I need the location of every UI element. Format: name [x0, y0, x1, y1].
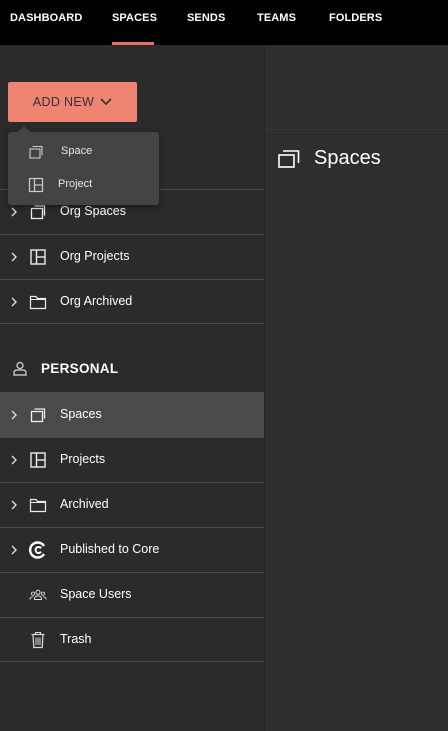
chevron-right-icon: [11, 545, 17, 555]
project-icon: [30, 249, 46, 265]
sidebar-item-archived[interactable]: Archived: [0, 482, 264, 527]
folder-icon: [29, 498, 47, 513]
personal-section-header: PERSONAL: [0, 355, 264, 383]
dropdown-item-project[interactable]: Project: [8, 170, 159, 200]
chevron-right-icon: [11, 207, 17, 217]
chevron-right-icon: [11, 455, 17, 465]
sidebar-item-label: Space Users: [60, 587, 132, 601]
sidebar-item-spaces[interactable]: Spaces: [0, 392, 264, 437]
sidebar-item-space-users[interactable]: Space Users: [0, 572, 264, 617]
nav-tab-label: TEAMS: [257, 12, 296, 24]
chevron-right-icon: [11, 252, 17, 262]
sidebar-item-label: Published to Core: [60, 542, 160, 556]
sidebar-item-projects[interactable]: Projects: [0, 437, 264, 482]
nav-tab-label: DASHBOARD: [10, 12, 83, 24]
nav-tab-label: FOLDERS: [329, 12, 383, 24]
add-new-button[interactable]: ADD NEW: [8, 82, 137, 122]
sidebar-item-label: Archived: [60, 497, 109, 511]
project-icon: [28, 177, 44, 193]
sidebar-item-label: Org Projects: [60, 249, 130, 263]
space-icon: [30, 205, 46, 220]
add-new-label: ADD NEW: [32, 95, 95, 109]
sidebar-item-org-projects[interactable]: Org Projects: [0, 234, 264, 279]
chevron-right-icon: [11, 297, 17, 307]
nav-tab-label: SPACES: [112, 12, 158, 24]
user-icon: [13, 361, 27, 376]
nav-tab-sends[interactable]: SENDS: [187, 0, 225, 45]
nav-tab-teams[interactable]: TEAMS: [257, 0, 296, 45]
sidebar-item-label: Org Spaces: [60, 204, 127, 218]
chevron-down-icon: [100, 98, 112, 106]
add-new-dropdown: Space Project: [8, 126, 159, 205]
sidebar-item-org-archived[interactable]: Org Archived: [0, 279, 264, 324]
sidebar-item-trash[interactable]: Trash: [0, 617, 264, 662]
sidebar: ADD NEW Org Spaces Org Projects Org Arch…: [0, 45, 264, 731]
space-icon: [29, 145, 43, 159]
nav-tab-label: SENDS: [187, 12, 226, 24]
space-icon: [278, 150, 300, 168]
sidebar-item-label: Trash: [60, 632, 92, 646]
trash-icon: [31, 631, 45, 649]
sidebar-item-label: Org Archived: [60, 294, 133, 308]
space-icon: [30, 408, 46, 423]
project-icon: [30, 452, 46, 468]
header-divider: [265, 129, 448, 130]
nav-tab-dashboard[interactable]: DASHBOARD: [10, 0, 82, 45]
sidebar-item-label: Spaces: [60, 407, 102, 421]
top-nav: DASHBOARD SPACES SENDS TEAMS FOLDERS: [0, 0, 448, 45]
chevron-right-icon: [11, 410, 17, 420]
dropdown-item-label: Space: [61, 145, 93, 157]
page-title: Spaces: [314, 147, 381, 169]
nav-tab-folders[interactable]: FOLDERS: [329, 0, 382, 45]
users-icon: [29, 589, 47, 600]
core-icon: [29, 541, 46, 559]
dropdown-item-space[interactable]: Space: [8, 137, 159, 167]
sidebar-item-published-to-core[interactable]: Published to Core: [0, 527, 264, 572]
nav-tab-spaces[interactable]: SPACES: [112, 0, 158, 45]
folder-icon: [29, 295, 47, 310]
dropdown-item-label: Project: [58, 178, 93, 190]
section-title: PERSONAL: [41, 361, 119, 376]
chevron-right-icon: [11, 500, 17, 510]
sidebar-item-label: Projects: [60, 452, 106, 466]
